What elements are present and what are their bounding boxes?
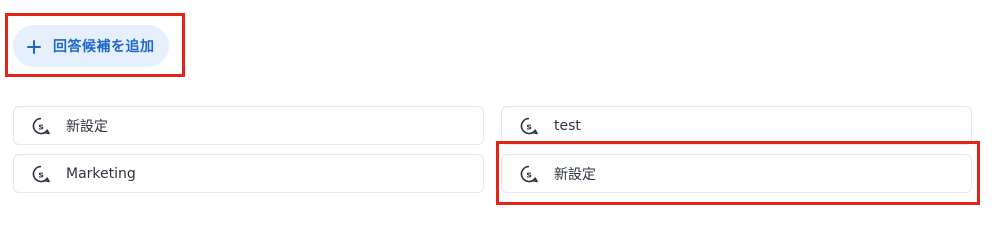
- candidate-item[interactable]: s 新設定: [501, 154, 972, 193]
- chat-bubble-icon: s: [519, 164, 539, 184]
- svg-text:s: s: [38, 170, 43, 180]
- chat-bubble-icon: s: [31, 116, 51, 136]
- chat-bubble-icon: s: [31, 164, 51, 184]
- candidate-label: Marketing: [66, 165, 136, 182]
- chat-bubble-icon: s: [519, 116, 539, 136]
- plus-icon: [27, 39, 41, 54]
- svg-text:s: s: [526, 122, 531, 132]
- add-candidate-label: 回答候補を追加: [53, 39, 155, 55]
- svg-text:s: s: [38, 122, 43, 132]
- svg-text:s: s: [526, 170, 531, 180]
- candidate-label: test: [554, 117, 581, 134]
- candidate-label: 新設定: [66, 118, 108, 135]
- candidate-item[interactable]: s 新設定: [13, 106, 484, 145]
- add-candidate-button[interactable]: 回答候補を追加: [13, 25, 169, 67]
- candidate-item[interactable]: s Marketing: [13, 154, 484, 193]
- candidate-item[interactable]: s test: [501, 106, 972, 145]
- candidate-label: 新設定: [554, 166, 596, 183]
